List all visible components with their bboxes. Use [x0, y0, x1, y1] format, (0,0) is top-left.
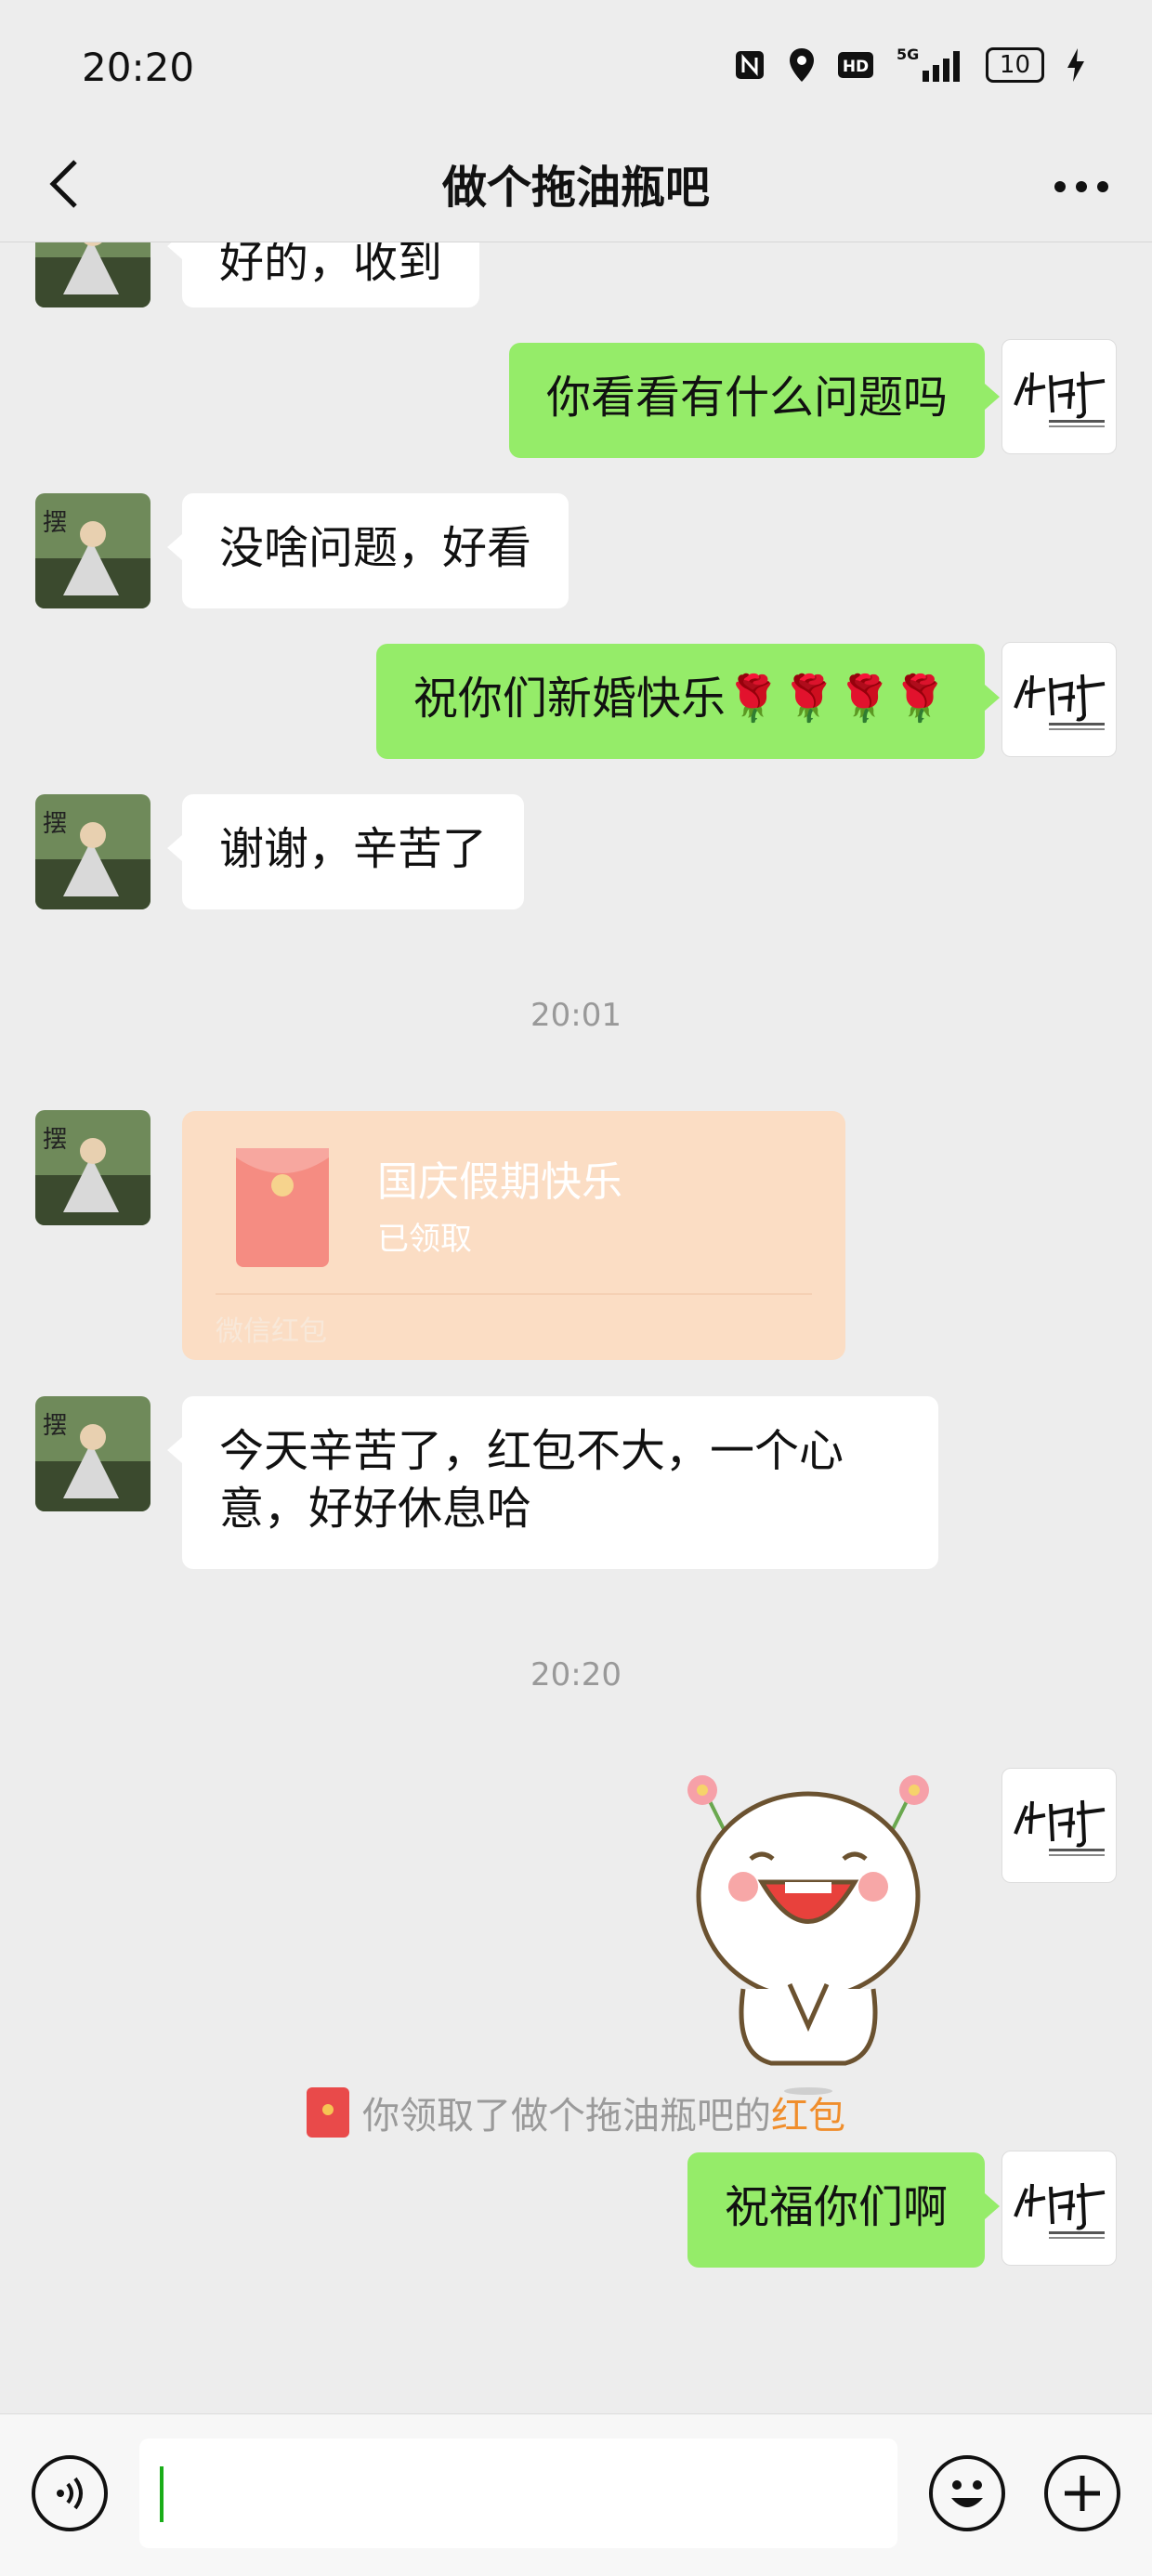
system-notice: 你领取了做个拖油瓶吧的 红包: [0, 2086, 1152, 2139]
red-packet-title: 国庆假期快乐: [377, 1158, 622, 1206]
contact-avatar[interactable]: [35, 242, 151, 307]
contact-avatar[interactable]: 摆: [35, 794, 151, 909]
status-bar: 20:20 HD 5G 10: [0, 0, 1152, 130]
message-bubble-incoming[interactable]: 没啥问题，好看: [166, 493, 569, 608]
contact-avatar[interactable]: 摆: [35, 1396, 151, 1511]
red-packet-divider: [216, 1293, 812, 1295]
charging-icon: [1065, 46, 1087, 84]
svg-text:摆: 摆: [43, 1412, 67, 1440]
input-bar: [0, 2413, 1152, 2576]
voice-input-button[interactable]: [32, 2455, 108, 2531]
contact-avatar[interactable]: 摆: [35, 493, 151, 608]
red-packet-card[interactable]: 国庆假期快乐 已领取 微信红包: [182, 1111, 845, 1360]
signal-icon: 5G: [895, 46, 965, 84]
location-icon: [787, 46, 817, 84]
red-packet-small-icon: [307, 2087, 349, 2138]
more-actions-button[interactable]: [1044, 2455, 1120, 2531]
more-options-button[interactable]: [1044, 154, 1119, 219]
my-avatar[interactable]: [1001, 642, 1117, 757]
plus-icon: [1065, 2476, 1100, 2511]
svg-text:5G: 5G: [897, 46, 919, 63]
voice-icon: [57, 2477, 83, 2510]
my-avatar[interactable]: [1001, 2151, 1117, 2266]
smiley-icon: [951, 2480, 983, 2507]
notice-text: 你领取了做个拖油瓶吧的: [362, 2095, 771, 2138]
timestamp: 20:20: [530, 1656, 622, 1693]
system-icons: HD 5G 10: [733, 46, 1087, 84]
battery-icon: 10: [985, 47, 1044, 83]
svg-text:摆: 摆: [43, 810, 67, 838]
red-packet-status: 已领取: [377, 1221, 472, 1258]
svg-text:摆: 摆: [43, 509, 67, 537]
message-input[interactable]: [139, 2439, 897, 2548]
contact-avatar[interactable]: 摆: [35, 1110, 151, 1225]
svg-text:HD: HD: [843, 58, 869, 76]
message-bubble-incoming[interactable]: 谢谢，辛苦了: [166, 794, 525, 909]
my-avatar[interactable]: [1001, 1768, 1117, 1883]
more-dots-icon: [1054, 181, 1108, 192]
message-bubble-outgoing[interactable]: 祝你们新婚快乐🌹🌹🌹🌹: [375, 644, 1001, 759]
my-avatar[interactable]: [1001, 339, 1117, 454]
red-packet-link[interactable]: 红包: [771, 2086, 845, 2139]
hd-icon: HD: [837, 50, 874, 80]
svg-text:摆: 摆: [43, 1126, 67, 1154]
chat-header: 做个拖油瓶吧: [0, 130, 1152, 242]
chat-title: 做个拖油瓶吧: [441, 162, 710, 214]
message-bubble-outgoing[interactable]: 祝福你们啊: [687, 2152, 1001, 2268]
red-packet-icon: [236, 1148, 329, 1267]
nfc-icon: [733, 48, 766, 82]
message-bubble-outgoing[interactable]: 你看看有什么问题吗: [508, 343, 1001, 458]
message-bubble-incoming[interactable]: 今天辛苦了，红包不大，一个心意，好好休息哈: [167, 1396, 938, 1569]
sticker-message[interactable]: [669, 1766, 948, 2100]
text-cursor: [160, 2466, 164, 2522]
emoji-button[interactable]: [929, 2455, 1005, 2531]
red-packet-footer: 微信红包: [216, 1315, 327, 1348]
timestamp: 20:01: [530, 997, 622, 1034]
status-time: 20:20: [82, 45, 195, 90]
message-bubble-incoming[interactable]: 好的，收到: [166, 242, 480, 307]
